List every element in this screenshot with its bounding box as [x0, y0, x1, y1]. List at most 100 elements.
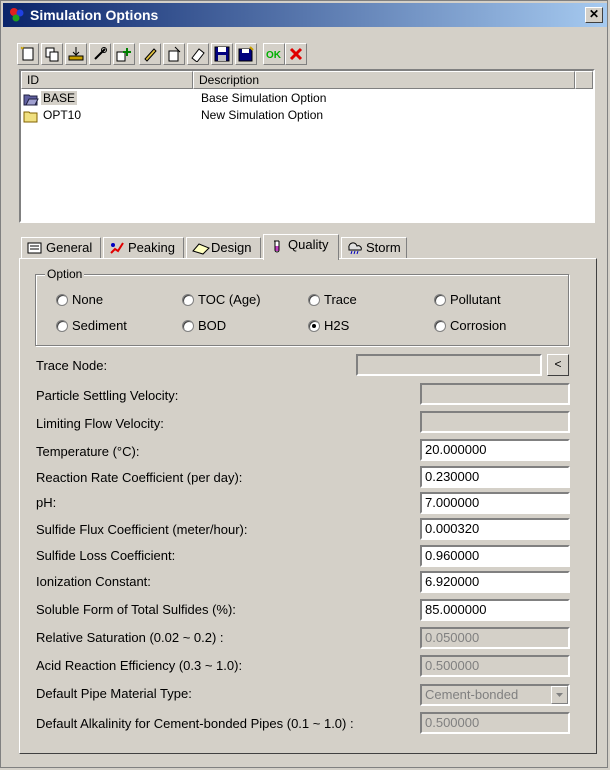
reaction-rate-field[interactable]: 0.230000	[420, 466, 570, 488]
tab-quality[interactable]: Quality	[263, 234, 339, 260]
list-item-description: Base Simulation Option	[201, 91, 327, 105]
option-group-title: Option	[45, 267, 85, 281]
tab-general[interactable]: General	[21, 237, 101, 259]
radio-label: Corrosion	[450, 318, 507, 333]
sulfide-loss-field[interactable]: 0.960000	[420, 545, 570, 567]
radio-label: Sediment	[72, 318, 127, 333]
trace-node-field	[356, 354, 542, 376]
tab-label: Design	[211, 240, 252, 255]
particle-settling-field	[420, 383, 570, 405]
save-all-icon	[238, 46, 254, 62]
close-button[interactable]: ✕	[585, 7, 603, 23]
ok-icon: OK	[266, 50, 282, 61]
pipe-material-value: Cement-bonded	[425, 687, 519, 702]
edit-icon	[144, 48, 157, 62]
column-header-id[interactable]: ID	[21, 71, 193, 89]
list-item[interactable]: OPT10 New Simulation Option	[21, 107, 593, 124]
radio-label: BOD	[198, 318, 227, 333]
cancel-icon	[289, 47, 303, 61]
new-button[interactable]	[17, 43, 39, 65]
temperature-label: Temperature (°C):	[36, 444, 140, 459]
alkalinity-label: Default Alkalinity for Cement-bonded Pip…	[36, 716, 354, 731]
relative-saturation-label: Relative Saturation (0.02 ~ 0.2) :	[36, 630, 224, 645]
option-group	[35, 274, 569, 346]
acid-reaction-label: Acid Reaction Efficiency (0.3 ~ 1.0):	[36, 658, 243, 673]
erase-icon	[191, 48, 205, 62]
cancel-button[interactable]	[285, 43, 307, 65]
sulfide-flux-field[interactable]: 0.000320	[420, 518, 570, 540]
tab-design[interactable]: Design	[186, 237, 261, 259]
soluble-form-field[interactable]: 85.000000	[420, 599, 570, 621]
window-title: Simulation Options	[30, 7, 159, 23]
general-icon	[27, 242, 42, 254]
copy-icon	[45, 47, 59, 62]
pipe-material-label: Default Pipe Material Type:	[36, 686, 192, 701]
radio-label: H2S	[324, 318, 350, 333]
trace-node-browse-button[interactable]: <	[547, 354, 569, 376]
app-icon	[10, 8, 24, 22]
add-icon	[116, 48, 131, 62]
new-icon	[20, 46, 34, 61]
tab-label: Peaking	[128, 240, 175, 255]
test-tube-icon	[274, 240, 280, 253]
ok-text: OK	[266, 50, 282, 61]
import-icon	[68, 47, 84, 61]
radio-label: TOC (Age)	[198, 292, 261, 307]
properties-button[interactable]	[163, 43, 185, 65]
sulfide-flux-label: Sulfide Flux Coefficient (meter/hour):	[36, 522, 248, 537]
trace-node-label: Trace Node:	[36, 358, 108, 373]
peaking-icon	[110, 242, 124, 254]
tab-label: General	[46, 240, 93, 255]
import-button[interactable]	[65, 43, 87, 65]
list-item[interactable]: BASE Base Simulation Option	[21, 90, 593, 107]
limiting-flow-label: Limiting Flow Velocity:	[36, 416, 164, 431]
save-button[interactable]	[211, 43, 233, 65]
tab-peaking[interactable]: Peaking	[103, 237, 184, 259]
ionization-label: Ionization Constant:	[36, 574, 151, 589]
ok-button[interactable]: OK	[263, 43, 285, 65]
radio-label: Trace	[324, 292, 357, 307]
design-icon	[192, 243, 210, 255]
properties-icon	[168, 46, 181, 62]
ph-label: pH:	[36, 495, 57, 510]
open-folder-icon	[23, 94, 39, 106]
list-item-id: BASE	[41, 91, 78, 105]
title-bar[interactable]: Simulation Options ✕	[3, 3, 607, 27]
tab-storm[interactable]: Storm	[341, 237, 407, 259]
sulfide-loss-label: Sulfide Loss Coefficient:	[36, 548, 176, 563]
relative-saturation-field: 0.050000	[420, 627, 570, 649]
acid-reaction-field: 0.500000	[420, 655, 570, 677]
reaction-rate-label: Reaction Rate Coefficient (per day):	[36, 470, 243, 485]
options-list[interactable]: ID Description BASE Base Simulation Opti…	[19, 69, 595, 223]
temperature-field[interactable]: 20.000000	[420, 439, 570, 461]
pipe-material-select: Cement-bonded	[420, 684, 570, 706]
add-button[interactable]	[113, 43, 135, 65]
ionization-field[interactable]: 6.920000	[420, 571, 570, 593]
column-header-spacer	[575, 71, 593, 89]
link-button[interactable]	[89, 43, 111, 65]
alkalinity-field: 0.500000	[420, 712, 570, 734]
edit-button[interactable]	[139, 43, 161, 65]
tab-label: Storm	[366, 240, 401, 255]
list-header: ID Description	[21, 71, 593, 89]
ph-field[interactable]: 7.000000	[420, 492, 570, 514]
list-item-description: New Simulation Option	[201, 108, 324, 122]
link-icon	[94, 47, 107, 60]
particle-settling-label: Particle Settling Velocity:	[36, 388, 179, 403]
limiting-flow-field	[420, 411, 570, 433]
simulation-options-window: Simulation Options ✕ OK ID Description B…	[0, 0, 608, 768]
pipe-material-dropdown-button	[551, 686, 568, 704]
radio-label: Pollutant	[450, 292, 501, 307]
column-header-description[interactable]: Description	[193, 71, 575, 89]
soluble-form-label: Soluble Form of Total Sulfides (%):	[36, 602, 236, 617]
save-all-button[interactable]	[235, 43, 257, 65]
storm-icon	[348, 242, 362, 255]
folder-icon	[23, 111, 38, 123]
tab-label: Quality	[288, 237, 329, 252]
list-item-id: OPT10	[43, 108, 82, 122]
radio-label: None	[72, 292, 104, 307]
chevron-down-icon	[556, 693, 563, 697]
save-icon	[214, 46, 230, 62]
erase-button[interactable]	[187, 43, 209, 65]
copy-button[interactable]	[41, 43, 63, 65]
